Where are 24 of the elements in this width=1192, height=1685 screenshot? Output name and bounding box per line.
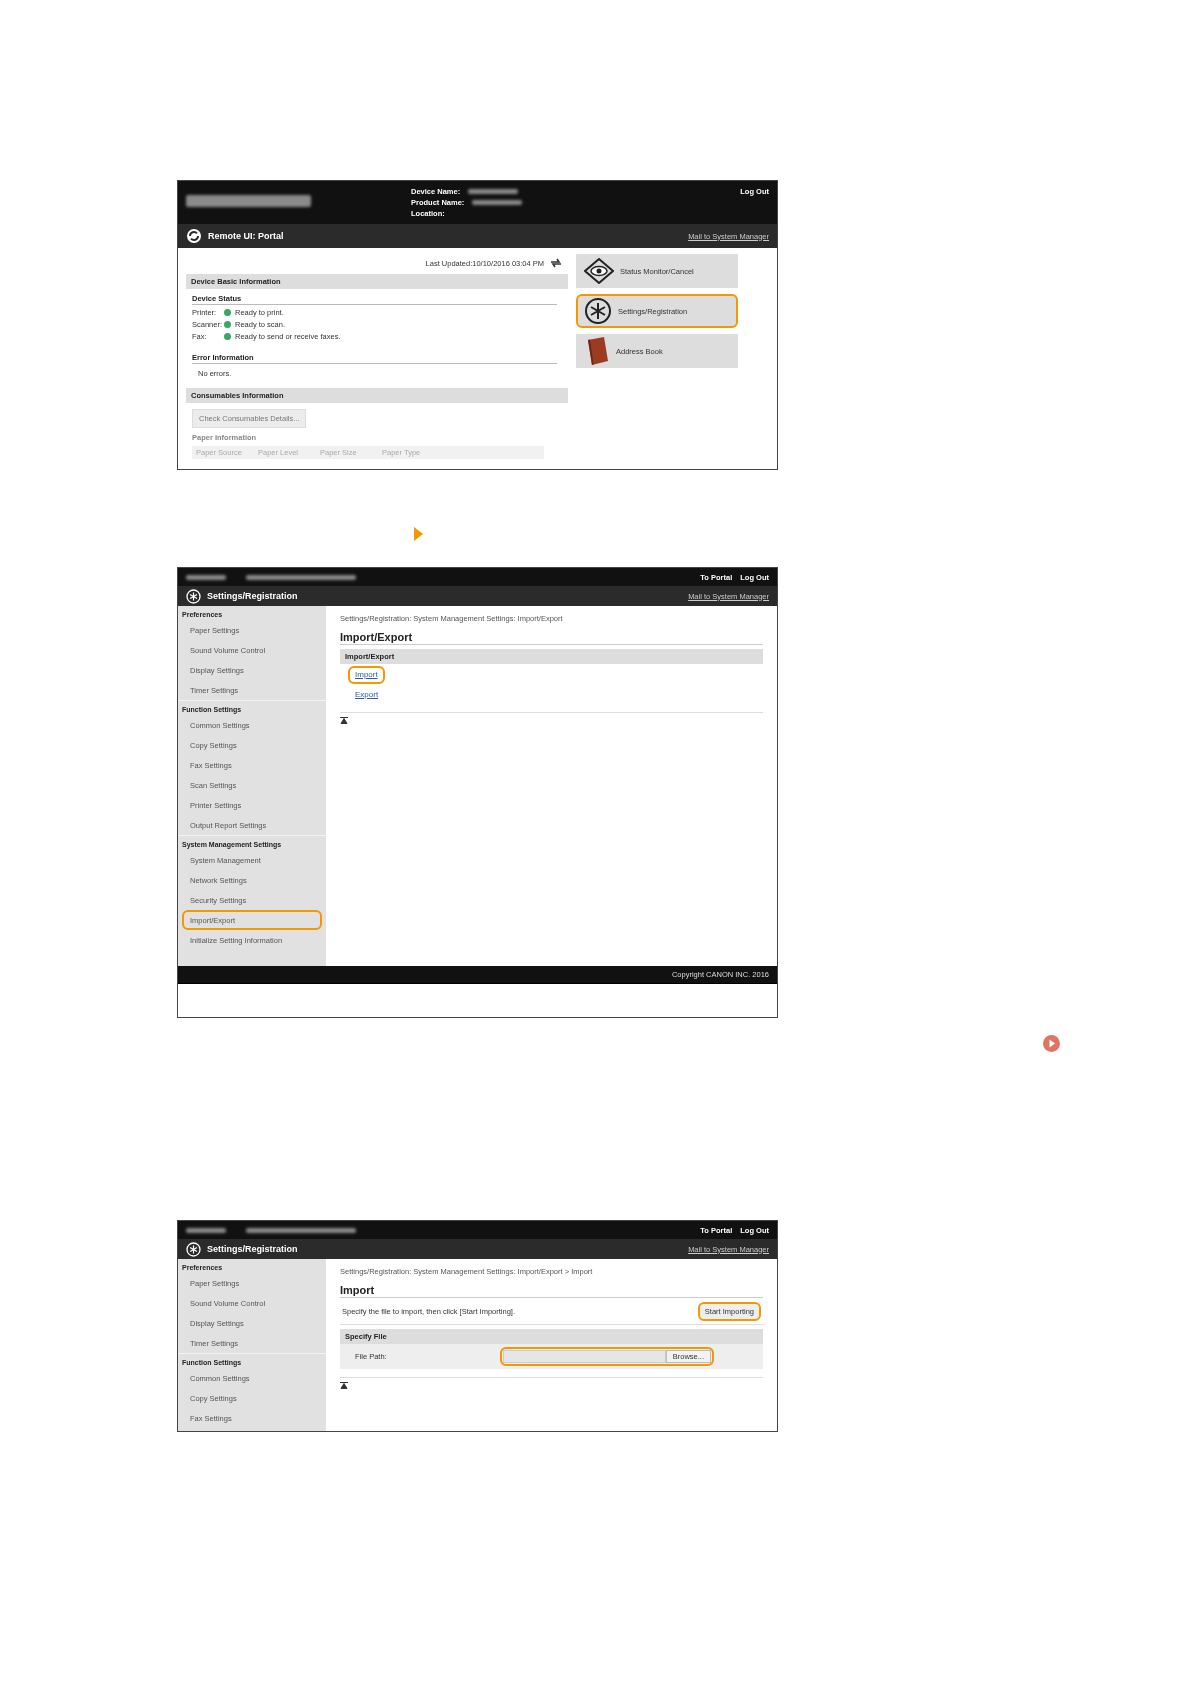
circular-arrows-icon [186,228,202,244]
text-link[interactable]: Import [348,666,385,684]
page-heading: Import/Export [340,631,763,645]
eye-diamond-icon [584,258,614,284]
page-title: Settings/Registration [207,1244,298,1254]
status-dot [224,309,231,316]
page-title: Remote UI: Portal [208,231,284,241]
page-title: Settings/Registration [207,591,298,601]
blurred-text [472,200,523,205]
text-link[interactable]: Export [348,686,386,704]
refresh-icon [550,258,562,268]
asterisk-circle-icon [584,297,612,325]
status-dot [224,333,231,340]
asterisk-circle-icon [186,1241,201,1257]
page-heading: Import [340,1284,763,1298]
asterisk-circle-icon [186,588,201,604]
status-dot [224,321,231,328]
play-triangle-icon [414,527,423,541]
blurred-text [186,574,226,580]
blurred-text [468,189,519,194]
play-circle-icon [1043,1035,1060,1052]
back-to-top-icon [340,717,348,724]
back-to-top-icon [340,1382,348,1389]
blurred-text [186,1227,226,1233]
